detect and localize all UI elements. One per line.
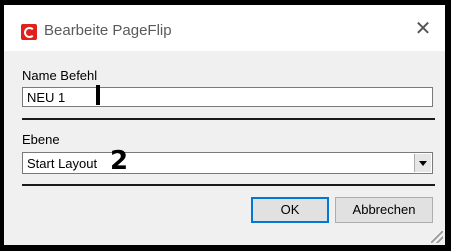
dialog-body: Name Befehl NEU 1 Ebene Start Layout 2 O… bbox=[4, 51, 445, 245]
annotation-number-two: 2 bbox=[110, 146, 129, 176]
resize-grip-icon[interactable] bbox=[431, 231, 443, 243]
layer-label: Ebene bbox=[22, 132, 60, 147]
annotation-caret-mark bbox=[96, 85, 100, 105]
name-command-input[interactable]: NEU 1 bbox=[22, 87, 433, 107]
close-icon[interactable]: ✕ bbox=[411, 17, 435, 41]
chevron-down-icon[interactable] bbox=[414, 154, 431, 172]
ok-button[interactable]: OK bbox=[251, 197, 329, 223]
cancel-button[interactable]: Abbrechen bbox=[335, 197, 433, 223]
edit-pageflip-dialog: Bearbeite PageFlip ✕ Name Befehl NEU 1 E… bbox=[4, 5, 445, 245]
title-bar[interactable]: Bearbeite PageFlip ✕ bbox=[4, 5, 445, 51]
app-logo-icon bbox=[21, 24, 37, 40]
layer-select-value: Start Layout bbox=[27, 156, 98, 171]
window-title: Bearbeite PageFlip bbox=[44, 22, 172, 39]
separator-bottom bbox=[22, 184, 435, 186]
name-command-label: Name Befehl bbox=[22, 68, 98, 83]
layer-select[interactable]: Start Layout bbox=[22, 152, 433, 174]
separator-top bbox=[22, 118, 435, 120]
